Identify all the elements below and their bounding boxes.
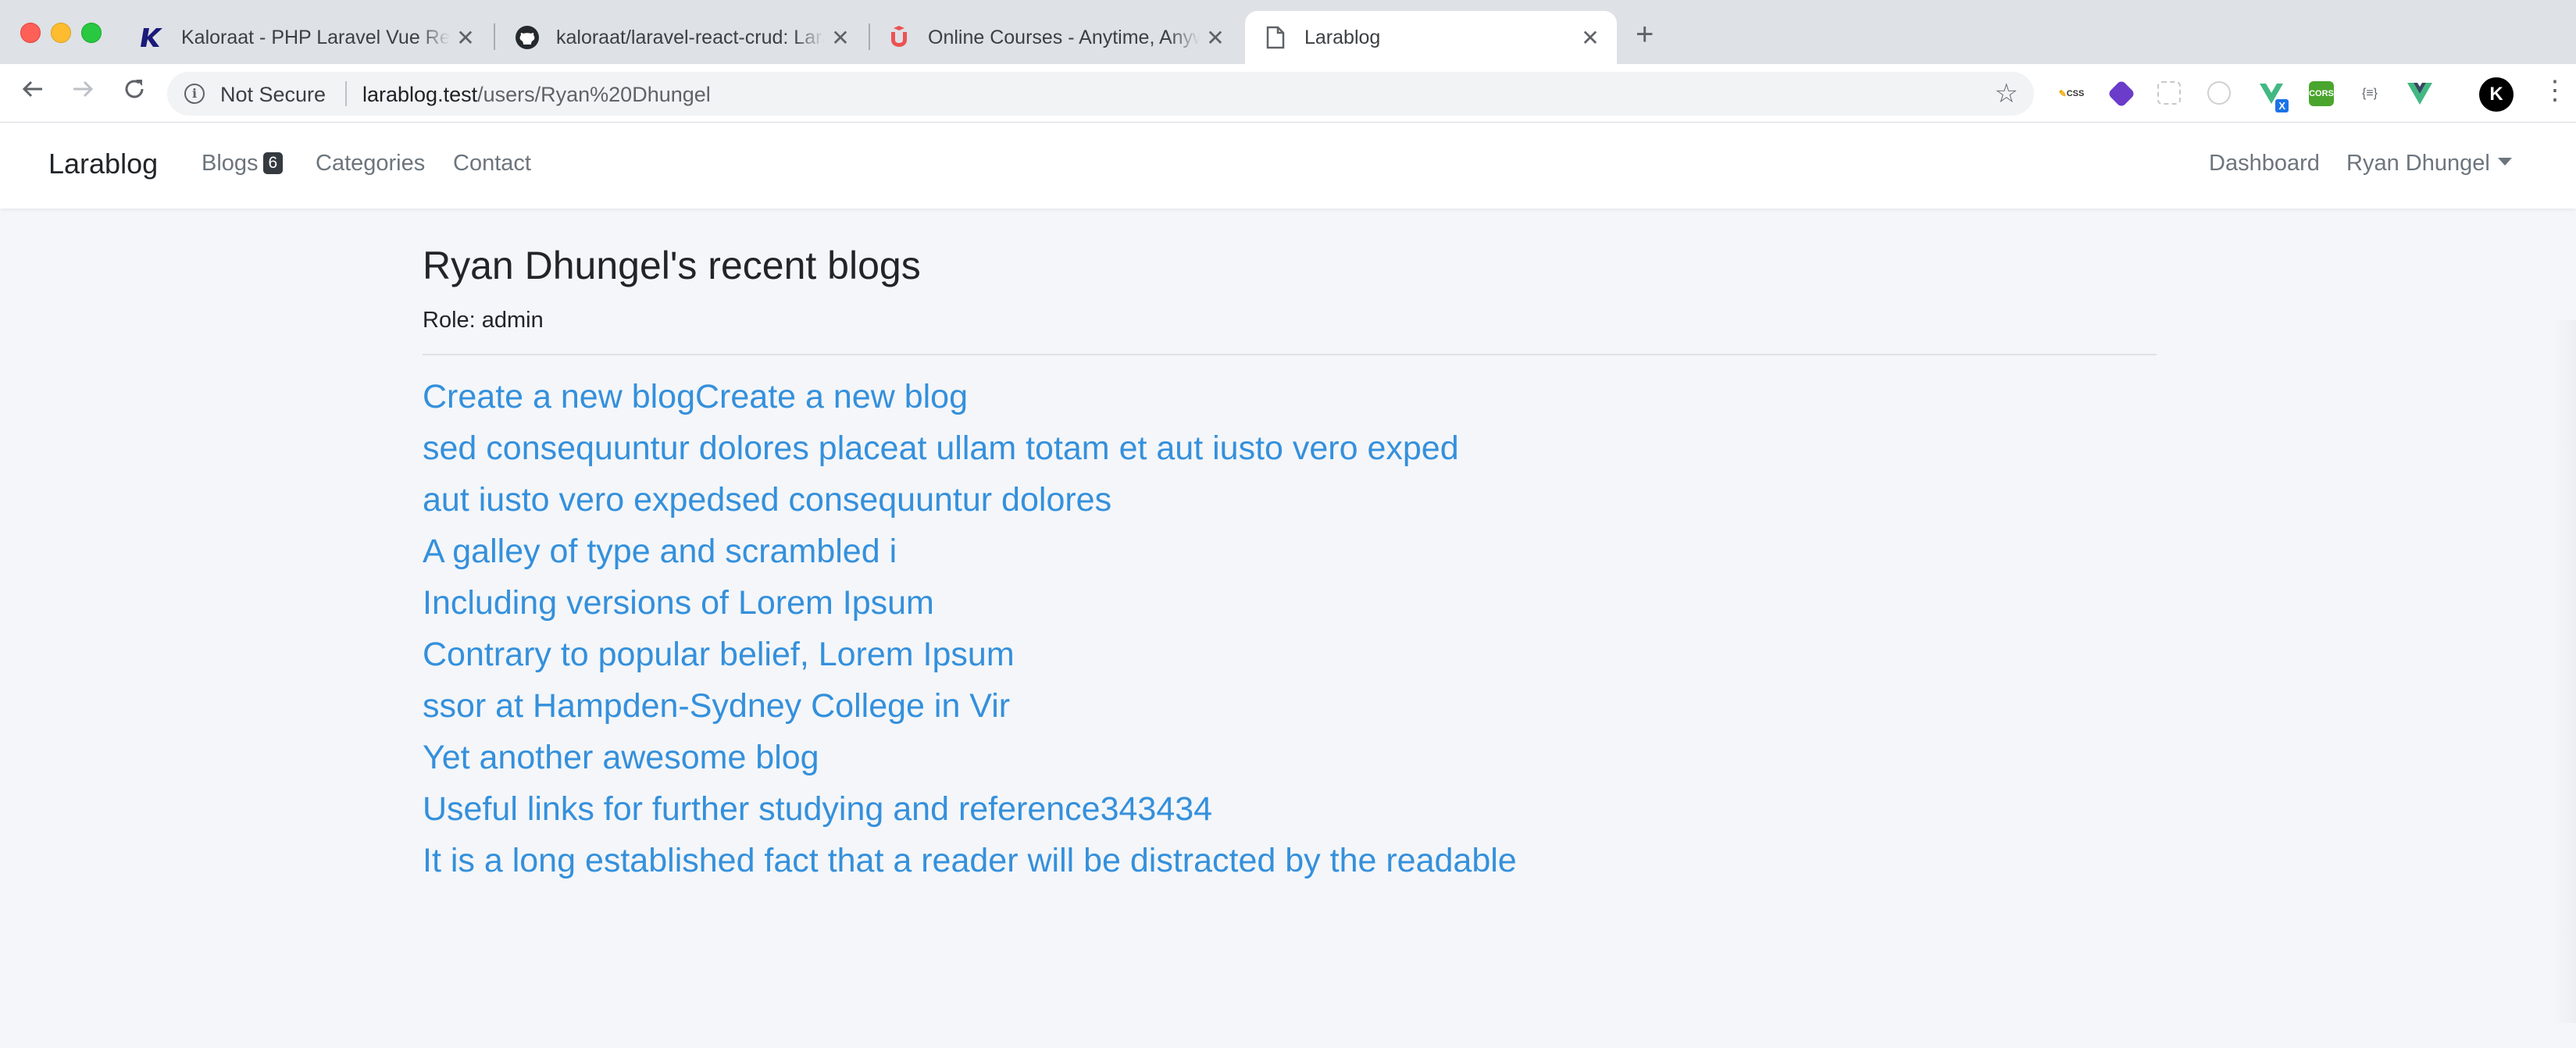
blog-link[interactable]: Contrary to popular belief, Lorem Ipsum — [423, 629, 2157, 680]
tab-separator — [869, 23, 870, 50]
url-path: /users/Ryan%20Dhungel — [477, 83, 711, 106]
blog-link[interactable]: Useful links for further studying and re… — [423, 783, 2157, 835]
omnibox-separator — [345, 81, 347, 106]
blog-link[interactable]: A galley of type and scrambled i — [423, 526, 2157, 577]
brand-logo[interactable]: Larablog — [48, 148, 158, 180]
close-tab-icon[interactable]: ✕ — [825, 25, 856, 51]
blog-link[interactable]: Including versions of Lorem Ipsum — [423, 577, 2157, 629]
blog-link[interactable]: aut iusto vero expedsed consequuntur dol… — [423, 474, 2157, 526]
nav-link-categories[interactable]: Categories — [316, 151, 425, 176]
browser-tab-udemy[interactable]: Online Courses - Anytime, Anywhere ✕ — [872, 11, 1242, 64]
nav-link-blogs-label: Blogs — [202, 151, 259, 176]
document-icon — [1262, 24, 1289, 51]
blog-link[interactable]: Create a new blogCreate a new blog — [423, 371, 2157, 422]
tab-title: Online Courses - Anytime, Anywhere — [928, 26, 1200, 49]
tab-title: kaloraat/laravel-react-crud: Laravel Rea… — [556, 26, 825, 49]
kaloraat-k-icon — [139, 24, 166, 51]
close-tab-icon[interactable]: ✕ — [1575, 25, 1606, 51]
page-title: Ryan Dhungel's recent blogs — [423, 244, 921, 287]
bookmark-star-icon[interactable]: ☆ — [1995, 78, 2018, 109]
browser-menu-icon[interactable]: ⋮ — [2542, 75, 2568, 106]
security-label[interactable]: Not Secure — [220, 83, 326, 107]
tab-separator — [494, 23, 495, 50]
clock-extension-icon[interactable] — [2207, 81, 2231, 105]
nav-link-dashboard[interactable]: Dashboard — [2209, 151, 2320, 176]
new-tab-icon[interactable]: + — [1636, 17, 1654, 52]
udemy-icon — [886, 24, 912, 51]
tab-title: Kaloraat - PHP Laravel Vue React Node — [181, 26, 450, 49]
scroll-shadow — [2553, 320, 2576, 1023]
vue-x-extension-icon[interactable]: X — [2259, 81, 2289, 112]
browser-tab-github[interactable]: kaloraat/laravel-react-crud: Laravel Rea… — [497, 11, 867, 64]
kaloraat-profile-icon[interactable]: K — [2479, 77, 2514, 112]
browser-tab-larablog[interactable]: Larablog ✕ — [1245, 11, 1617, 64]
forward-arrow-icon[interactable] — [67, 77, 98, 108]
reload-icon[interactable] — [119, 77, 150, 108]
close-tab-icon[interactable]: ✕ — [450, 25, 481, 51]
main-content: Ryan Dhungel's recent blogs Role: admin … — [423, 242, 2157, 886]
blog-link[interactable]: sed consequuntur dolores placeat ullam t… — [423, 422, 2157, 474]
cube-extension-icon[interactable] — [2107, 79, 2136, 109]
back-arrow-icon[interactable] — [17, 77, 48, 108]
browser-toolbar: i Not Secure larablog.test/users/Ryan%20… — [0, 64, 2576, 123]
close-tab-icon[interactable]: ✕ — [1200, 25, 1231, 51]
json-extension-icon[interactable]: {≡} — [2357, 81, 2382, 106]
chevron-down-icon — [2497, 158, 2512, 166]
maximize-window-button[interactable] — [81, 23, 102, 43]
url-text[interactable]: larablog.test/users/Ryan%20Dhungel — [362, 83, 711, 107]
blog-link[interactable]: It is a long established fact that a rea… — [423, 835, 2157, 886]
info-icon[interactable]: i — [184, 84, 205, 104]
browser-tab-kaloraat[interactable]: Kaloraat - PHP Laravel Vue React Node ✕ — [125, 11, 492, 64]
css-extension-icon[interactable]: ✎ CSS — [2059, 81, 2085, 106]
site-navbar: Larablog Blogs 6 Categories Contact Dashb… — [0, 123, 2576, 209]
user-name: Ryan Dhungel — [2346, 151, 2490, 176]
address-bar[interactable]: i Not Secure larablog.test/users/Ryan%20… — [167, 72, 2034, 116]
user-dropdown[interactable]: Ryan Dhungel — [2346, 151, 2512, 176]
cors-extension-icon[interactable]: CORS — [2309, 81, 2334, 106]
nav-link-blogs[interactable]: Blogs 6 — [202, 151, 284, 176]
divider — [423, 354, 2157, 355]
url-host: larablog.test — [362, 83, 478, 106]
blogs-count-badge: 6 — [262, 152, 284, 174]
minimize-window-button[interactable] — [51, 23, 71, 43]
github-icon — [514, 24, 541, 51]
tab-title: Larablog — [1304, 26, 1381, 48]
user-role: Role: admin — [423, 308, 544, 333]
blog-link[interactable]: ssor at Hampden-Sydney College in Vir — [423, 680, 2157, 732]
blog-list: Create a new blogCreate a new blog sed c… — [423, 371, 2157, 886]
browser-tab-strip: Kaloraat - PHP Laravel Vue React Node ✕ … — [0, 0, 2576, 64]
grid-extension-icon[interactable] — [2157, 81, 2181, 105]
nav-link-contact[interactable]: Contact — [453, 151, 531, 176]
vue-devtools-icon[interactable] — [2407, 81, 2432, 106]
close-window-button[interactable] — [20, 23, 41, 43]
blog-link[interactable]: Yet another awesome blog — [423, 732, 2157, 783]
